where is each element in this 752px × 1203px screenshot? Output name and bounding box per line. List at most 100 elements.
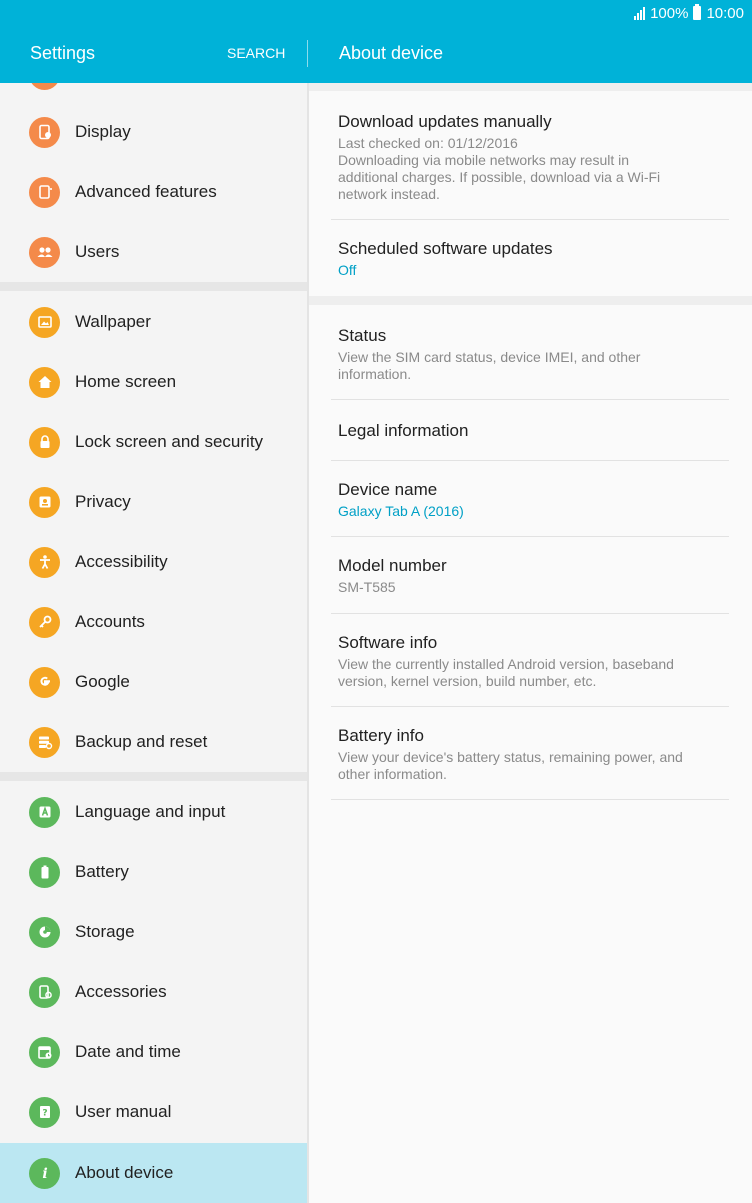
download-updates-subtitle: Last checked on: 01/12/2016 Downloading …	[338, 135, 738, 203]
scheduled-updates-title: Scheduled software updates	[338, 239, 553, 258]
clock: 10:00	[706, 4, 744, 22]
sidebar-item-date-time[interactable]: Date and time	[0, 1022, 307, 1082]
model-number-value: SM-T585	[338, 579, 396, 595]
row-divider	[331, 799, 729, 800]
battery-info-line: other information.	[338, 766, 447, 782]
manual-icon: ?	[29, 1096, 60, 1128]
sidebar-item-backup-reset[interactable]: Backup and reset	[0, 712, 307, 772]
sidebar-item-label: Accessories	[75, 982, 167, 1001]
model-number-item: Model number SM-T585	[338, 556, 738, 596]
wallpaper-icon	[29, 306, 60, 338]
info-icon: i	[29, 1157, 60, 1189]
battery-info-title: Battery info	[338, 726, 424, 745]
accessibility-icon	[29, 546, 60, 578]
sidebar-item-user-manual[interactable]: ? User manual	[0, 1082, 307, 1142]
settings-title: Settings	[30, 43, 96, 63]
download-note-line: network instead.	[338, 186, 440, 202]
privacy-icon	[29, 486, 60, 518]
partial-item-icon	[29, 83, 60, 90]
sidebar-item-wallpaper[interactable]: Wallpaper	[0, 292, 307, 352]
storage-icon	[29, 916, 60, 948]
status-subtitle: View the SIM card status, device IMEI, a…	[338, 349, 738, 383]
search-button[interactable]: SEARCH	[227, 45, 285, 61]
download-updates-title: Download updates manually	[338, 112, 552, 131]
row-divider	[331, 613, 729, 614]
sidebar-item-battery[interactable]: Battery	[0, 842, 307, 902]
calendar-icon	[29, 1036, 60, 1068]
sidebar-item-label: Users	[75, 242, 120, 261]
row-divider	[331, 706, 729, 707]
home-icon	[29, 366, 60, 398]
group-separator	[0, 282, 307, 291]
detail-title: About device	[339, 43, 444, 63]
group-separator	[309, 83, 752, 91]
sidebar-item-label: Wallpaper	[75, 312, 151, 331]
row-divider	[331, 460, 729, 461]
battery-percent: 100%	[650, 4, 689, 22]
software-info-title: Software info	[338, 633, 438, 652]
device-name-value: Galaxy Tab A (2016)	[338, 503, 464, 519]
legal-information-title: Legal information	[338, 421, 469, 440]
scheduled-updates-item[interactable]: Scheduled software updates Off	[338, 239, 738, 279]
svg-text:?: ?	[42, 1109, 47, 1119]
sidebar-item-language-input[interactable]: Language and input	[0, 782, 307, 842]
status-line: View the SIM card status, device IMEI, a…	[338, 349, 641, 365]
settings-sidebar[interactable]: Display Advanced features Users Wallpape…	[0, 83, 307, 1203]
download-note-line: Downloading via mobile networks may resu…	[338, 152, 630, 168]
group-separator	[309, 296, 752, 305]
battery-status-icon	[693, 4, 702, 20]
row-divider	[331, 399, 729, 400]
row-divider	[331, 219, 729, 220]
sidebar-item-lock-screen[interactable]: Lock screen and security	[0, 412, 307, 472]
sidebar-item-label: Storage	[75, 922, 135, 941]
device-name-item[interactable]: Device name Galaxy Tab A (2016)	[338, 480, 738, 520]
sidebar-item-accessories[interactable]: Accessories	[0, 962, 307, 1022]
sidebar-item-advanced-features[interactable]: Advanced features	[0, 162, 307, 222]
software-info-line: View the currently installed Android ver…	[338, 656, 674, 672]
software-info-item[interactable]: Software info View the currently install…	[338, 633, 738, 690]
sidebar-item-google[interactable]: Google	[0, 652, 307, 712]
sidebar-item-label: Advanced features	[75, 182, 217, 201]
display-icon	[29, 116, 60, 148]
sidebar-item-partial[interactable]	[0, 83, 307, 93]
sidebar-item-label: Google	[75, 672, 130, 691]
battery-icon	[29, 856, 60, 888]
battery-info-item[interactable]: Battery info View your device's battery …	[338, 726, 738, 783]
software-info-subtitle: View the currently installed Android ver…	[338, 656, 738, 690]
sidebar-item-label: Lock screen and security	[75, 432, 264, 451]
appbar-divider	[307, 40, 308, 67]
sidebar-item-label: Backup and reset	[75, 732, 208, 751]
sidebar-item-label: Language and input	[75, 802, 226, 821]
model-number-title: Model number	[338, 556, 447, 575]
sidebar-item-label: Battery	[75, 862, 129, 881]
signal-icon	[634, 6, 646, 20]
sidebar-item-label: Date and time	[75, 1042, 181, 1061]
status-line: information.	[338, 366, 412, 382]
row-divider	[331, 536, 729, 537]
download-updates-item[interactable]: Download updates manually Last checked o…	[338, 112, 738, 203]
app-bar: 100% 10:00 Settings SEARCH About device	[0, 0, 752, 83]
status-title: Status	[338, 326, 387, 345]
sidebar-item-label: Display	[75, 122, 131, 141]
lock-icon	[29, 426, 60, 458]
sidebar-item-about-device[interactable]: i About device	[0, 1143, 307, 1203]
accessories-icon	[29, 976, 60, 1008]
download-note-line: additional charges. If possible, downloa…	[338, 169, 661, 185]
device-name-title: Device name	[338, 480, 438, 499]
sidebar-item-label: Accessibility	[75, 552, 168, 571]
sidebar-item-storage[interactable]: Storage	[0, 902, 307, 962]
sidebar-item-label: About device	[75, 1163, 174, 1182]
sidebar-item-accounts[interactable]: Accounts	[0, 592, 307, 652]
status-item[interactable]: Status View the SIM card status, device …	[338, 326, 738, 383]
backup-icon	[29, 726, 60, 758]
sidebar-item-home-screen[interactable]: Home screen	[0, 352, 307, 412]
sidebar-item-privacy[interactable]: Privacy	[0, 472, 307, 532]
sidebar-item-accessibility[interactable]: Accessibility	[0, 532, 307, 592]
legal-information-item[interactable]: Legal information	[338, 421, 738, 441]
advanced-features-icon	[29, 176, 60, 208]
google-icon	[29, 666, 60, 698]
language-icon	[29, 796, 60, 828]
sidebar-item-display[interactable]: Display	[0, 102, 307, 162]
sidebar-item-users[interactable]: Users	[0, 222, 307, 282]
sidebar-item-label: Accounts	[75, 612, 145, 631]
